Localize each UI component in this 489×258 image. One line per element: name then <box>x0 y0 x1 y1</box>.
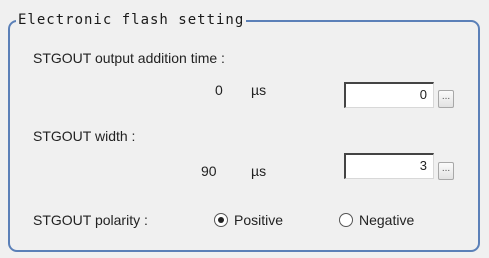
width-input[interactable]: 3 <box>344 153 434 179</box>
addition-time-label: STGOUT output addition time : <box>33 50 225 66</box>
addition-time-input[interactable]: 0 <box>344 82 434 108</box>
radio-checked-icon <box>214 213 228 227</box>
addition-time-browse-button[interactable]: ... <box>438 90 454 108</box>
group-title: Electronic flash setting <box>16 10 247 30</box>
width-label: STGOUT width : <box>33 128 136 144</box>
polarity-positive-label: Positive <box>234 212 284 228</box>
electronic-flash-setting-group: Electronic flash setting STGOUT output a… <box>8 10 480 252</box>
radio-unchecked-icon <box>339 213 353 227</box>
polarity-label: STGOUT polarity : <box>33 212 148 228</box>
polarity-negative-radio[interactable]: Negative <box>339 212 414 228</box>
polarity-positive-radio[interactable]: Positive <box>214 212 283 228</box>
width-unit: µs <box>251 163 267 179</box>
width-browse-button[interactable]: ... <box>438 162 454 180</box>
width-value: 90 <box>201 163 217 179</box>
addition-time-unit: µs <box>251 82 267 98</box>
polarity-negative-label: Negative <box>359 212 415 228</box>
addition-time-value: 0 <box>215 82 223 98</box>
